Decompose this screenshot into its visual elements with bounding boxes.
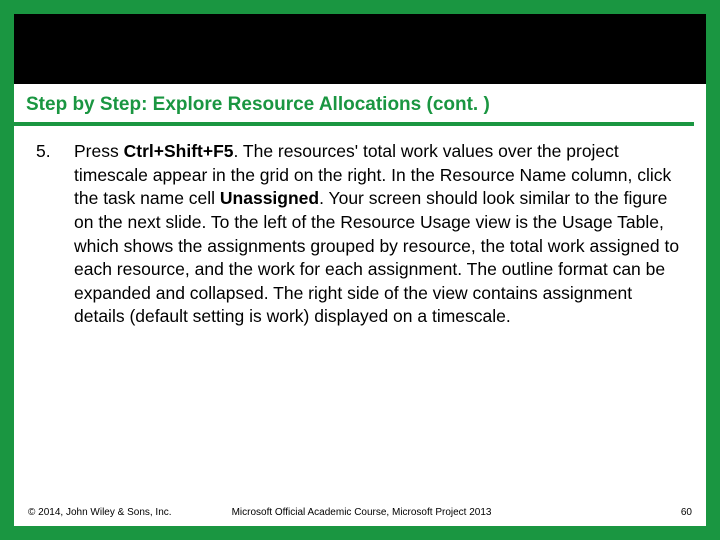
instruction-list: 5. Press Ctrl+Shift+F5. The resources' t…	[34, 140, 686, 329]
text-bold-unassigned: Unassigned	[220, 188, 319, 208]
body-content: 5. Press Ctrl+Shift+F5. The resources' t…	[14, 126, 706, 507]
text-pre: Press	[74, 141, 124, 161]
footer-pagenum: 60	[681, 507, 692, 518]
slide-title: Step by Step: Explore Resource Allocatio…	[26, 94, 682, 116]
title-area: Step by Step: Explore Resource Allocatio…	[14, 84, 694, 126]
footer-course: Microsoft Official Academic Course, Micr…	[172, 507, 681, 518]
text-post: . Your screen should look similar to the…	[74, 188, 679, 326]
list-item: 5. Press Ctrl+Shift+F5. The resources' t…	[34, 140, 686, 329]
text-bold-shortcut: Ctrl+Shift+F5	[124, 141, 234, 161]
footer-copyright: © 2014, John Wiley & Sons, Inc.	[28, 507, 172, 518]
footer: © 2014, John Wiley & Sons, Inc. Microsof…	[14, 507, 706, 526]
header-black-bar	[14, 14, 706, 84]
item-text: Press Ctrl+Shift+F5. The resources' tota…	[74, 140, 686, 329]
item-number: 5.	[34, 140, 74, 164]
slide: Step by Step: Explore Resource Allocatio…	[14, 14, 706, 526]
